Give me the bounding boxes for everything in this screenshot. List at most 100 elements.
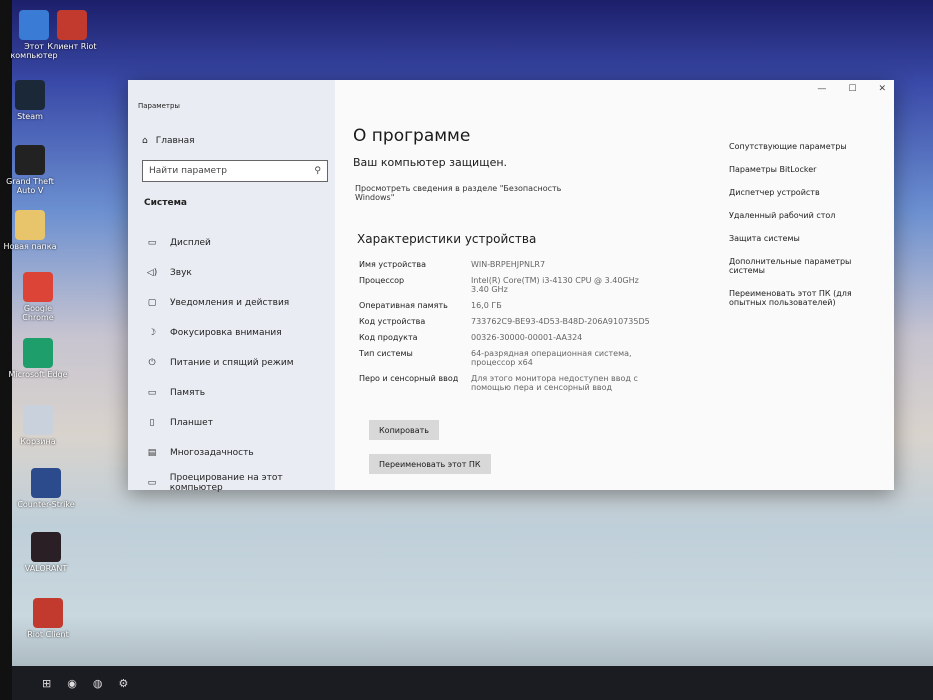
spec-label: Код продукта <box>359 333 418 342</box>
maximize-button[interactable]: ☐ <box>848 84 856 94</box>
desktop-icon-label: Grand Theft Auto V <box>6 177 54 195</box>
search-placeholder: Найти параметр <box>149 166 227 176</box>
desktop-icon-label: Новая папка <box>3 242 57 251</box>
sidebar-item[interactable]: ▤ Многозадачность <box>146 438 335 468</box>
spec-value: 16,0 ГБ <box>471 301 502 310</box>
home-label: Главная <box>155 136 195 146</box>
spec-value: 64-разрядная операционная система, проце… <box>471 349 632 367</box>
close-button[interactable]: ✕ <box>878 84 886 94</box>
spec-row: Код устройства 733762C9-BE93-4D53-B48D-20… <box>359 317 659 326</box>
desktop-icon-label: Клиент Riot <box>47 42 97 51</box>
riot-taskbar-icon[interactable]: ◍ <box>93 677 103 690</box>
settings-window: Параметры ⌂ Главная Найти параметр ⚲ Систе… <box>128 80 894 493</box>
spec-label: Имя устройства <box>359 260 427 269</box>
nav-icon: ◁) <box>146 268 158 278</box>
spec-row: Код продукта 00326-30000-00001-AA324 <box>359 333 659 342</box>
minimize-button[interactable]: — <box>817 84 826 94</box>
desktop-icon[interactable]: Microsoft Edge <box>8 338 68 379</box>
window-controls: — ☐ ✕ <box>817 84 886 94</box>
desktop-icon[interactable]: Counter-Strike <box>16 468 76 509</box>
desktop-icon-label: Steam <box>17 112 43 121</box>
app-icon <box>23 338 53 368</box>
search-input[interactable]: Найти параметр ⚲ <box>142 160 328 182</box>
app-icon <box>15 145 45 175</box>
desktop-icon[interactable]: VALORANT <box>16 532 76 573</box>
sidebar-item[interactable]: ⏻ Питание и спящий режим <box>146 348 335 378</box>
related-link[interactable]: Диспетчер устройств <box>729 188 859 197</box>
nav-label: Многозадачность <box>170 448 254 458</box>
desktop-icon[interactable]: Клиент Riot <box>42 10 102 51</box>
app-icon <box>57 10 87 40</box>
spec-value: Для этого монитора недоступен ввод с пом… <box>471 374 638 392</box>
spec-row: Тип системы 64-разрядная операционная сис… <box>359 349 659 367</box>
taskbar: ⊞ ◉ ◍ ⚙ <box>12 666 933 700</box>
desktop-icon-label: Counter-Strike <box>17 500 75 509</box>
nav-label: Проецирование на этот компьютер <box>169 473 283 493</box>
sidebar-item[interactable]: ◁) Звук <box>146 258 335 288</box>
nav-label: Планшет <box>170 418 213 428</box>
spec-row: Оперативная память 16,0 ГБ <box>359 301 659 310</box>
nav-icon: ▢ <box>147 298 157 308</box>
copy-button[interactable]: Копировать <box>369 420 439 440</box>
app-icon <box>23 405 53 435</box>
desktop-icon[interactable]: Google Chrome <box>8 272 68 322</box>
desktop-icon[interactable]: Riot Client <box>18 598 78 639</box>
desktop-icon[interactable]: Корзина <box>8 405 68 446</box>
nav-icon: ▭ <box>147 478 157 488</box>
sidebar-item[interactable]: ▯ Планшет <box>146 408 335 438</box>
desktop-icon[interactable]: Новая папка <box>0 210 60 251</box>
start-button[interactable]: ⊞ <box>42 677 51 690</box>
settings-taskbar-icon[interactable]: ⚙ <box>118 677 128 690</box>
spec-row: Имя устройства WIN-BRPEHJPNLR7 <box>359 260 659 269</box>
sidebar-item[interactable]: ▭ Проецирование на этот компьютер <box>146 468 335 498</box>
sidebar-item[interactable]: ▢ Уведомления и действия <box>146 288 335 318</box>
page-title: О программе <box>353 126 471 146</box>
app-icon <box>23 272 53 302</box>
desktop-icon-label: Microsoft Edge <box>8 370 68 379</box>
related-link[interactable]: Параметры BitLocker <box>729 165 859 174</box>
nav-label: Память <box>170 388 206 398</box>
nav-label: Звук <box>170 268 192 278</box>
nav-icon: ☽ <box>147 328 157 338</box>
app-icon <box>15 210 45 240</box>
sidebar-item[interactable]: ▭ Дисплей <box>146 228 335 258</box>
sidebar-item[interactable]: ▭ Память <box>146 378 335 408</box>
settings-sidebar: Параметры ⌂ Главная Найти параметр ⚲ Систе… <box>128 80 335 493</box>
related-link[interactable]: Защита системы <box>729 234 859 243</box>
sidebar-nav: ▭ Дисплей ◁) Звук ▢ Уведомления и действия ☽ Фо… <box>146 228 335 498</box>
related-link[interactable]: Удаленный рабочий стол <box>729 211 859 220</box>
rename-pc-button[interactable]: Переименовать этот ПК <box>369 454 491 474</box>
home-link[interactable]: ⌂ Главная <box>142 136 195 146</box>
spec-row: Перо и сенсорный ввод Для этого монитора … <box>359 374 659 392</box>
nav-icon: ▭ <box>147 388 157 398</box>
desktop-icon-label: Корзина <box>20 437 56 446</box>
specs-heading: Характеристики устройства <box>357 232 537 246</box>
spec-label: Тип системы <box>359 349 413 358</box>
protection-status: Ваш компьютер защищен. <box>353 156 508 169</box>
desktop-icon-label: Riot Client <box>27 630 69 639</box>
related-link[interactable]: Дополнительные параметры системы <box>729 257 859 275</box>
nav-label: Фокусировка внимания <box>170 328 282 338</box>
spec-value: 733762C9-BE93-4D53-B48D-206A910735D5 <box>471 317 650 326</box>
app-icon <box>31 468 61 498</box>
nav-label: Дисплей <box>170 238 211 248</box>
edge-taskbar-icon[interactable]: ◉ <box>67 677 77 690</box>
nav-icon: ⏻ <box>148 358 156 368</box>
section-heading: Система <box>144 198 187 208</box>
nav-icon: ▯ <box>149 418 155 428</box>
desktop-icon[interactable]: Grand Theft Auto V <box>0 145 60 195</box>
related-settings: Сопутствующие параметры Параметры BitLoc… <box>729 142 859 321</box>
desktop-icon-label: Google Chrome <box>22 304 54 322</box>
about-page: — ☐ ✕ О программе Ваш компьютер защищен. П… <box>335 80 894 490</box>
spec-label: Перо и сенсорный ввод <box>359 374 459 383</box>
desktop-icon[interactable]: Steam <box>0 80 60 121</box>
app-icon <box>33 598 63 628</box>
nav-icon: ▭ <box>147 238 157 248</box>
desktop-icon-label: VALORANT <box>24 564 68 573</box>
nav-icon: ▤ <box>147 448 157 458</box>
spec-value: WIN-BRPEHJPNLR7 <box>471 260 546 269</box>
related-link[interactable]: Переименовать этот ПК (для опытных польз… <box>729 289 859 307</box>
spec-label: Оперативная память <box>359 301 448 310</box>
security-link[interactable]: Просмотреть сведения в разделе "Безопасн… <box>355 184 565 202</box>
sidebar-item[interactable]: ☽ Фокусировка внимания <box>146 318 335 348</box>
